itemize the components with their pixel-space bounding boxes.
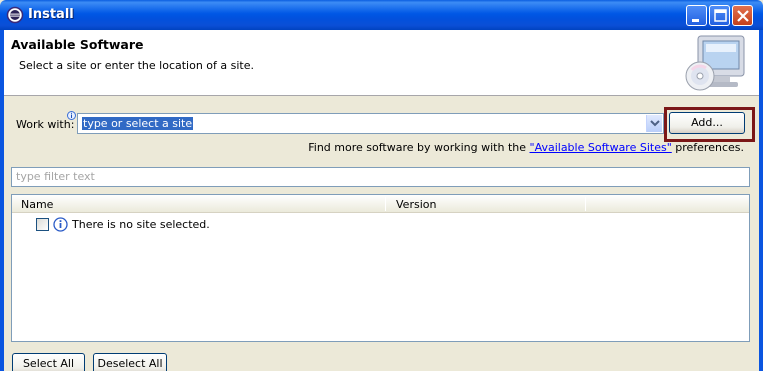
filter-input[interactable]: type filter text xyxy=(11,167,750,187)
maximize-button[interactable] xyxy=(709,5,730,26)
close-button[interactable] xyxy=(732,5,753,26)
column-header-version[interactable]: Version xyxy=(396,198,436,211)
header-banner: Available Software Select a site or ente… xyxy=(4,30,759,96)
row-message: There is no site selected. xyxy=(72,218,210,231)
select-all-button[interactable]: Select All xyxy=(12,353,85,371)
page-title: Available Software xyxy=(11,37,144,52)
more-software-prefix: Find more software by working with the xyxy=(308,141,530,154)
table-header: Name Version xyxy=(12,195,749,213)
work-with-combo[interactable]: type or select a site xyxy=(77,113,664,134)
install-window: Install Available Software Select a site… xyxy=(0,0,763,371)
minimize-icon xyxy=(692,19,699,22)
add-button[interactable]: Add... xyxy=(669,112,745,134)
row-checkbox[interactable] xyxy=(36,218,49,231)
available-software-sites-link[interactable]: "Available Software Sites" xyxy=(530,141,672,154)
info-icon xyxy=(67,111,76,120)
info-icon xyxy=(53,217,68,232)
column-divider[interactable] xyxy=(385,197,386,211)
chevron-down-icon xyxy=(650,120,660,127)
more-software-text: Find more software by working with the "… xyxy=(308,141,744,154)
more-software-suffix: preferences. xyxy=(671,141,744,154)
combo-dropdown-button[interactable] xyxy=(646,115,662,132)
deselect-all-button[interactable]: Deselect All xyxy=(93,353,167,371)
window-title: Install xyxy=(28,7,74,22)
title-bar[interactable]: Install xyxy=(0,0,763,30)
software-table[interactable]: Name Version There is no site selected. xyxy=(11,194,750,342)
window-frame-right xyxy=(759,30,763,371)
computer-cd-icon xyxy=(685,35,745,91)
work-with-label: Work with: xyxy=(16,118,75,131)
close-icon xyxy=(737,10,749,22)
maximize-icon xyxy=(714,9,727,22)
column-header-name[interactable]: Name xyxy=(21,198,53,211)
page-description: Select a site or enter the location of a… xyxy=(19,59,255,72)
column-divider[interactable] xyxy=(585,197,586,211)
minimize-button[interactable] xyxy=(686,5,707,26)
work-with-input[interactable]: type or select a site xyxy=(82,117,194,130)
eclipse-icon xyxy=(6,6,24,24)
